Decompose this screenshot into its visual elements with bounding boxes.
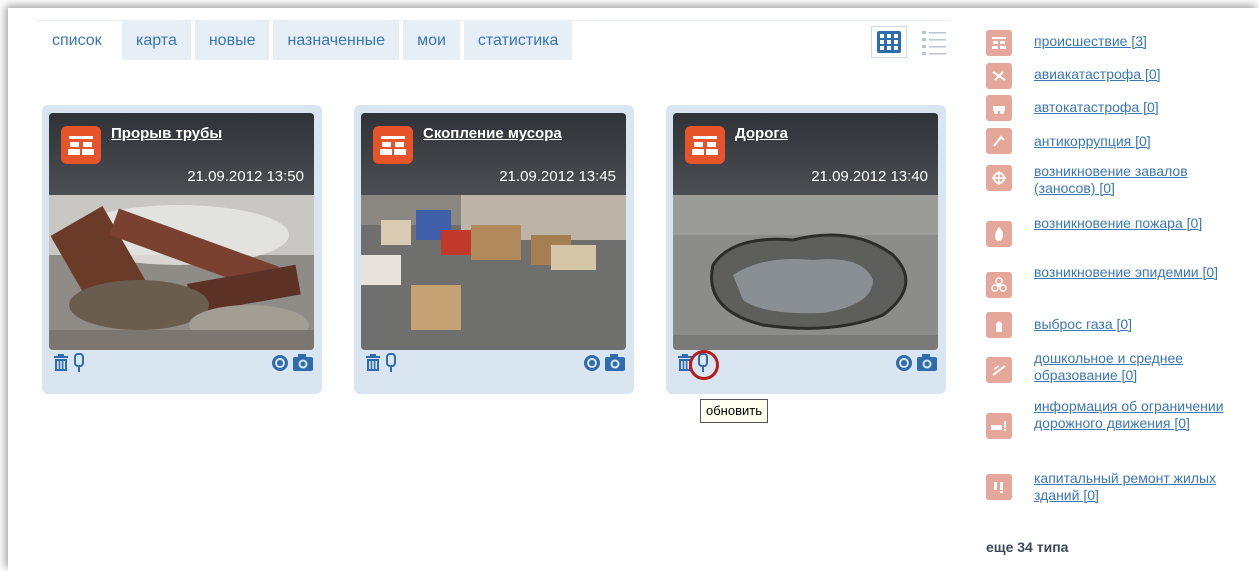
refresh-tooltip: обновить [700, 399, 768, 423]
card-title[interactable]: Дорога [735, 125, 788, 142]
burst-pipe-photo[interactable] [49, 195, 314, 350]
issue-card[interactable]: Прорыв трубы 21.09.2012 13:50 [42, 105, 322, 394]
category-link[interactable]: возникновение пожара [0] [1034, 215, 1244, 232]
highlight-ring [689, 350, 719, 380]
card-toolbar [42, 353, 322, 375]
card-toolbar [354, 353, 634, 375]
education-icon [986, 357, 1012, 383]
list-view-icon[interactable] [920, 28, 948, 56]
target-icon[interactable] [582, 353, 600, 373]
gas-icon [986, 312, 1012, 338]
card-preview: Прорыв трубы 21.09.2012 13:50 [49, 113, 314, 350]
card-title[interactable]: Скопление мусора [423, 125, 562, 142]
card-preview: Дорога 21.09.2012 13:40 [673, 113, 938, 350]
anticorruption-icon [986, 128, 1012, 154]
category-link[interactable]: капитальный ремонт жилых зданий [0] [1034, 470, 1244, 504]
category-link[interactable]: возникновение завалов (заносов) [0] [1034, 163, 1244, 197]
biohazard-icon [986, 272, 1012, 298]
blockage-icon [986, 165, 1012, 191]
category-link[interactable]: авиакатастрофа [0] [1034, 66, 1244, 83]
incident-badge-icon [373, 126, 413, 164]
trash-icon[interactable] [364, 353, 382, 373]
pothole-photo[interactable] [673, 195, 938, 350]
grid-view-icon[interactable] [871, 26, 907, 58]
tab-list[interactable]: список [44, 21, 118, 60]
camera-icon[interactable] [916, 353, 938, 373]
trash-pile-photo[interactable] [361, 195, 626, 350]
trash-icon[interactable] [52, 353, 70, 373]
car-crash-icon [986, 95, 1012, 121]
card-datetime: 21.09.2012 13:50 [187, 168, 304, 185]
tab-statistics[interactable]: статистика [463, 21, 573, 60]
category-link[interactable]: информация об ограничении дорожного движ… [1034, 398, 1244, 432]
incident-badge-icon [685, 126, 725, 164]
tab-bar: список карта новые назначенные мои стати… [44, 21, 576, 60]
category-link[interactable]: происшествие [3] [1034, 33, 1244, 50]
incident-icon [986, 30, 1012, 56]
category-link[interactable]: автокатастрофа [0] [1034, 99, 1244, 116]
repair-icon [986, 474, 1012, 500]
category-link[interactable]: возникновение эпидемии [0] [1034, 264, 1244, 281]
category-link[interactable]: антикоррупция [0] [1034, 133, 1244, 150]
tab-new[interactable]: новые [194, 21, 270, 60]
category-link[interactable]: выброс газа [0] [1034, 316, 1244, 333]
card-preview: Скопление мусора 21.09.2012 13:45 [361, 113, 626, 350]
camera-icon[interactable] [604, 353, 626, 373]
card-datetime: 21.09.2012 13:45 [499, 168, 616, 185]
camera-icon[interactable] [292, 353, 314, 373]
tab-assigned[interactable]: назначенные [273, 21, 400, 60]
pin-icon[interactable] [72, 353, 90, 373]
incident-badge-icon [61, 126, 101, 164]
card-datetime: 21.09.2012 13:40 [811, 168, 928, 185]
issue-card[interactable]: Скопление мусора 21.09.2012 13:45 [354, 105, 634, 394]
traffic-icon [986, 413, 1012, 439]
more-types-link[interactable]: еще 34 типа [986, 539, 1068, 555]
pin-icon[interactable] [384, 353, 402, 373]
tab-map[interactable]: карта [122, 21, 191, 60]
category-link[interactable]: дошкольное и среднее образование [0] [1034, 350, 1244, 384]
target-icon[interactable] [270, 353, 288, 373]
fire-icon [986, 221, 1012, 247]
tab-mine[interactable]: мои [403, 21, 460, 60]
plane-crash-icon [986, 63, 1012, 89]
card-title[interactable]: Прорыв трубы [111, 125, 222, 142]
target-icon[interactable] [894, 353, 912, 373]
